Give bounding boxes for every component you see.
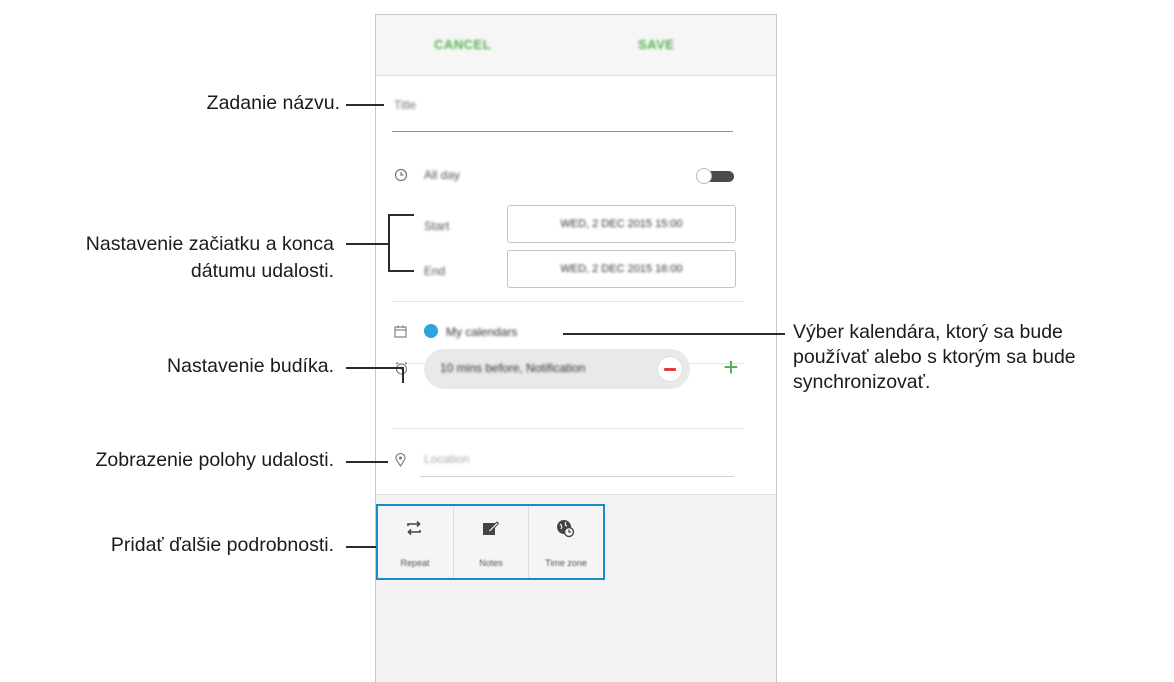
callout-details: Pridať ďalšie podrobnosti. bbox=[110, 534, 334, 556]
save-button[interactable]: SAVE bbox=[638, 37, 674, 52]
notes-tab-label: Notes bbox=[479, 558, 503, 568]
title-underline bbox=[392, 131, 733, 132]
calendar-color-dot bbox=[424, 324, 438, 338]
notes-tab[interactable]: Notes bbox=[453, 506, 528, 578]
callout-title: Zadanie názvu. bbox=[206, 92, 340, 114]
start-date-value: WED, 2 DEC 2015 15:00 bbox=[560, 218, 683, 230]
callout-bracket-bottom bbox=[388, 270, 414, 272]
location-input[interactable]: Location bbox=[424, 452, 469, 466]
callout-calendar-line2: používať alebo s ktorým sa bude bbox=[793, 346, 1076, 368]
reminder-chip[interactable]: 10 mins before, Notification bbox=[424, 349, 690, 389]
remove-reminder-button[interactable] bbox=[657, 356, 683, 382]
callout-bracket-dates bbox=[388, 214, 390, 272]
add-reminder-button[interactable]: + bbox=[719, 354, 743, 380]
reminder-text: 10 mins before, Notification bbox=[440, 361, 586, 375]
callout-line-alarm bbox=[346, 367, 404, 369]
repeat-tab-label: Repeat bbox=[400, 558, 430, 568]
callout-calendar-line3: synchronizovať. bbox=[793, 371, 931, 393]
notes-icon bbox=[483, 521, 500, 535]
callout-calendar-line1: Výber kalendára, ktorý sa bude bbox=[793, 321, 1063, 343]
callout-dates-line1: Nastavenie začiatku a konca bbox=[85, 233, 334, 255]
callout-line-location bbox=[346, 461, 388, 463]
start-label: Start bbox=[424, 219, 450, 233]
cancel-button[interactable]: CANCEL bbox=[434, 37, 491, 52]
callout-bracket-top bbox=[388, 214, 414, 216]
calendar-selector[interactable]: My calendars bbox=[446, 325, 517, 339]
repeat-tab[interactable]: Repeat bbox=[378, 506, 452, 578]
all-day-toggle[interactable] bbox=[696, 168, 734, 184]
location-pin-icon bbox=[395, 453, 406, 467]
all-day-label: All day bbox=[424, 168, 461, 182]
callout-line-title bbox=[346, 104, 384, 106]
event-editor-screen: CANCEL SAVE All day Start WED, 2 DEC 201… bbox=[375, 14, 777, 682]
callout-line-details bbox=[346, 546, 376, 548]
callout-location: Zobrazenie polohy udalosti. bbox=[95, 449, 335, 471]
divider bbox=[392, 301, 744, 302]
end-label: End bbox=[424, 264, 446, 278]
divider bbox=[392, 428, 744, 429]
callout-dates-line2: dátumu udalosti. bbox=[190, 260, 334, 282]
start-date-field[interactable]: WED, 2 DEC 2015 15:00 bbox=[507, 205, 736, 243]
clock-icon bbox=[394, 168, 408, 182]
callout-line-dates bbox=[346, 243, 388, 245]
time-zone-icon bbox=[557, 520, 575, 538]
end-date-field[interactable]: WED, 2 DEC 2015 16:00 bbox=[507, 250, 736, 288]
time-zone-tab[interactable]: Time zone bbox=[528, 506, 603, 578]
callout-line-alarm-drop bbox=[402, 367, 404, 383]
time-zone-tab-label: Time zone bbox=[545, 558, 587, 568]
location-underline bbox=[420, 476, 734, 477]
action-bar: CANCEL SAVE bbox=[376, 15, 776, 76]
repeat-icon bbox=[407, 520, 421, 536]
details-tab-bar: Repeat Notes Time zone bbox=[376, 504, 605, 580]
title-input[interactable] bbox=[392, 97, 736, 113]
calendar-icon bbox=[394, 325, 407, 338]
callout-alarm: Nastavenie budíka. bbox=[167, 355, 334, 377]
callout-line-calendar bbox=[563, 333, 785, 335]
end-date-value: WED, 2 DEC 2015 16:00 bbox=[560, 263, 683, 275]
